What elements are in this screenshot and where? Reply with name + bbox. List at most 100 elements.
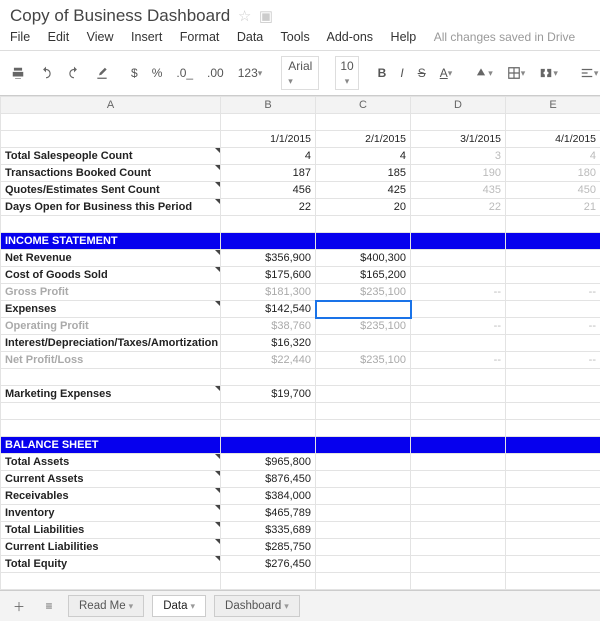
cell[interactable]: -- bbox=[506, 318, 600, 335]
strike-button[interactable]: S bbox=[415, 64, 429, 82]
italic-button[interactable]: I bbox=[397, 64, 406, 82]
cell[interactable]: $22,440 bbox=[221, 352, 316, 369]
merge-button[interactable] bbox=[536, 64, 561, 82]
cell[interactable]: $181,300 bbox=[221, 284, 316, 301]
tab-readme[interactable]: Read Me▾ bbox=[68, 595, 144, 617]
menu-addons[interactable]: Add-ons bbox=[327, 30, 374, 44]
cell[interactable] bbox=[411, 335, 506, 352]
cell[interactable] bbox=[506, 301, 600, 318]
cell[interactable]: $235,100 bbox=[316, 318, 411, 335]
cell[interactable]: $276,450 bbox=[221, 556, 316, 573]
text-color-button[interactable]: A bbox=[437, 64, 456, 82]
cell[interactable] bbox=[506, 539, 600, 556]
col-header-b[interactable]: B bbox=[221, 97, 316, 114]
cell[interactable]: Current Assets bbox=[1, 471, 221, 488]
paint-icon[interactable] bbox=[92, 64, 112, 82]
menu-data[interactable]: Data bbox=[237, 30, 263, 44]
cell[interactable]: Expenses bbox=[1, 301, 221, 318]
cell[interactable] bbox=[411, 488, 506, 505]
print-icon[interactable] bbox=[8, 64, 28, 82]
cell[interactable] bbox=[506, 522, 600, 539]
cell[interactable]: 4 bbox=[221, 148, 316, 165]
cell[interactable]: Cost of Goods Sold bbox=[1, 267, 221, 284]
cell[interactable]: 3/1/2015 bbox=[411, 131, 506, 148]
cell[interactable]: $335,689 bbox=[221, 522, 316, 539]
tab-dashboard[interactable]: Dashboard▾ bbox=[214, 595, 300, 617]
redo-icon[interactable] bbox=[64, 64, 84, 82]
menu-tools[interactable]: Tools bbox=[281, 30, 310, 44]
cell[interactable]: 4 bbox=[316, 148, 411, 165]
cell[interactable]: Marketing Expenses bbox=[1, 386, 221, 403]
cell[interactable]: Net Revenue bbox=[1, 250, 221, 267]
fill-color-button[interactable] bbox=[471, 64, 496, 82]
cell[interactable]: $285,750 bbox=[221, 539, 316, 556]
cell[interactable]: Total Assets bbox=[1, 454, 221, 471]
cell[interactable]: $175,600 bbox=[221, 267, 316, 284]
cell[interactable] bbox=[316, 505, 411, 522]
cell[interactable]: $965,800 bbox=[221, 454, 316, 471]
cell[interactable]: 3 bbox=[411, 148, 506, 165]
cell[interactable]: 22 bbox=[221, 199, 316, 216]
undo-icon[interactable] bbox=[36, 64, 56, 82]
cell[interactable]: Current Liabilities bbox=[1, 539, 221, 556]
cell[interactable] bbox=[316, 539, 411, 556]
star-icon[interactable]: ☆ bbox=[238, 7, 251, 25]
cell[interactable] bbox=[411, 522, 506, 539]
cell[interactable] bbox=[506, 267, 600, 284]
menu-file[interactable]: File bbox=[10, 30, 30, 44]
cell[interactable]: 22 bbox=[411, 199, 506, 216]
dec-increase-button[interactable]: .00 bbox=[204, 64, 227, 82]
percent-button[interactable]: % bbox=[149, 64, 166, 82]
cell[interactable]: 187 bbox=[221, 165, 316, 182]
cell[interactable] bbox=[411, 505, 506, 522]
cell[interactable] bbox=[411, 539, 506, 556]
menu-format[interactable]: Format bbox=[180, 30, 220, 44]
section-header[interactable]: INCOME STATEMENT bbox=[1, 233, 221, 250]
cell[interactable] bbox=[316, 556, 411, 573]
cell[interactable]: 4 bbox=[506, 148, 600, 165]
cell[interactable] bbox=[506, 471, 600, 488]
cell[interactable] bbox=[506, 250, 600, 267]
borders-button[interactable] bbox=[504, 64, 529, 82]
currency-button[interactable]: $ bbox=[128, 64, 141, 82]
cell[interactable]: $235,100 bbox=[316, 284, 411, 301]
cell[interactable]: $400,300 bbox=[316, 250, 411, 267]
cell[interactable]: 425 bbox=[316, 182, 411, 199]
cell[interactable] bbox=[411, 250, 506, 267]
cell[interactable]: 450 bbox=[506, 182, 600, 199]
menu-help[interactable]: Help bbox=[391, 30, 417, 44]
cell[interactable]: -- bbox=[506, 284, 600, 301]
cell[interactable] bbox=[411, 556, 506, 573]
cell[interactable]: 4/1/2015 bbox=[506, 131, 600, 148]
cell[interactable]: 180 bbox=[506, 165, 600, 182]
cell[interactable]: -- bbox=[411, 318, 506, 335]
folder-icon[interactable]: ▣ bbox=[259, 7, 273, 25]
cell[interactable] bbox=[316, 454, 411, 471]
cell[interactable]: Interest/Depreciation/Taxes/Amortization bbox=[1, 335, 221, 352]
doc-title[interactable]: Copy of Business Dashboard bbox=[10, 6, 230, 26]
col-header-a[interactable]: A bbox=[1, 97, 221, 114]
cell[interactable]: Days Open for Business this Period bbox=[1, 199, 221, 216]
cell[interactable]: Operating Profit bbox=[1, 318, 221, 335]
cell[interactable] bbox=[316, 488, 411, 505]
cell[interactable]: Net Profit/Loss bbox=[1, 352, 221, 369]
numfmt-button[interactable]: 123 bbox=[235, 64, 266, 82]
cell[interactable]: Total Salespeople Count bbox=[1, 148, 221, 165]
cell[interactable] bbox=[506, 454, 600, 471]
cell[interactable]: $16,320 bbox=[221, 335, 316, 352]
cell[interactable]: -- bbox=[411, 352, 506, 369]
cell[interactable]: $235,100 bbox=[316, 352, 411, 369]
cell[interactable]: 435 bbox=[411, 182, 506, 199]
cell[interactable] bbox=[316, 471, 411, 488]
cell[interactable] bbox=[506, 505, 600, 522]
cell[interactable]: $38,760 bbox=[221, 318, 316, 335]
cell[interactable]: -- bbox=[506, 352, 600, 369]
cell[interactable]: 20 bbox=[316, 199, 411, 216]
sheet-list-button[interactable]: ≡ bbox=[38, 595, 60, 617]
cell[interactable] bbox=[506, 335, 600, 352]
font-family-select[interactable]: Arial bbox=[281, 56, 319, 90]
add-sheet-button[interactable]: ＋ bbox=[8, 595, 30, 617]
cell[interactable]: $142,540 bbox=[221, 301, 316, 318]
menu-view[interactable]: View bbox=[87, 30, 114, 44]
cell[interactable]: Total Equity bbox=[1, 556, 221, 573]
